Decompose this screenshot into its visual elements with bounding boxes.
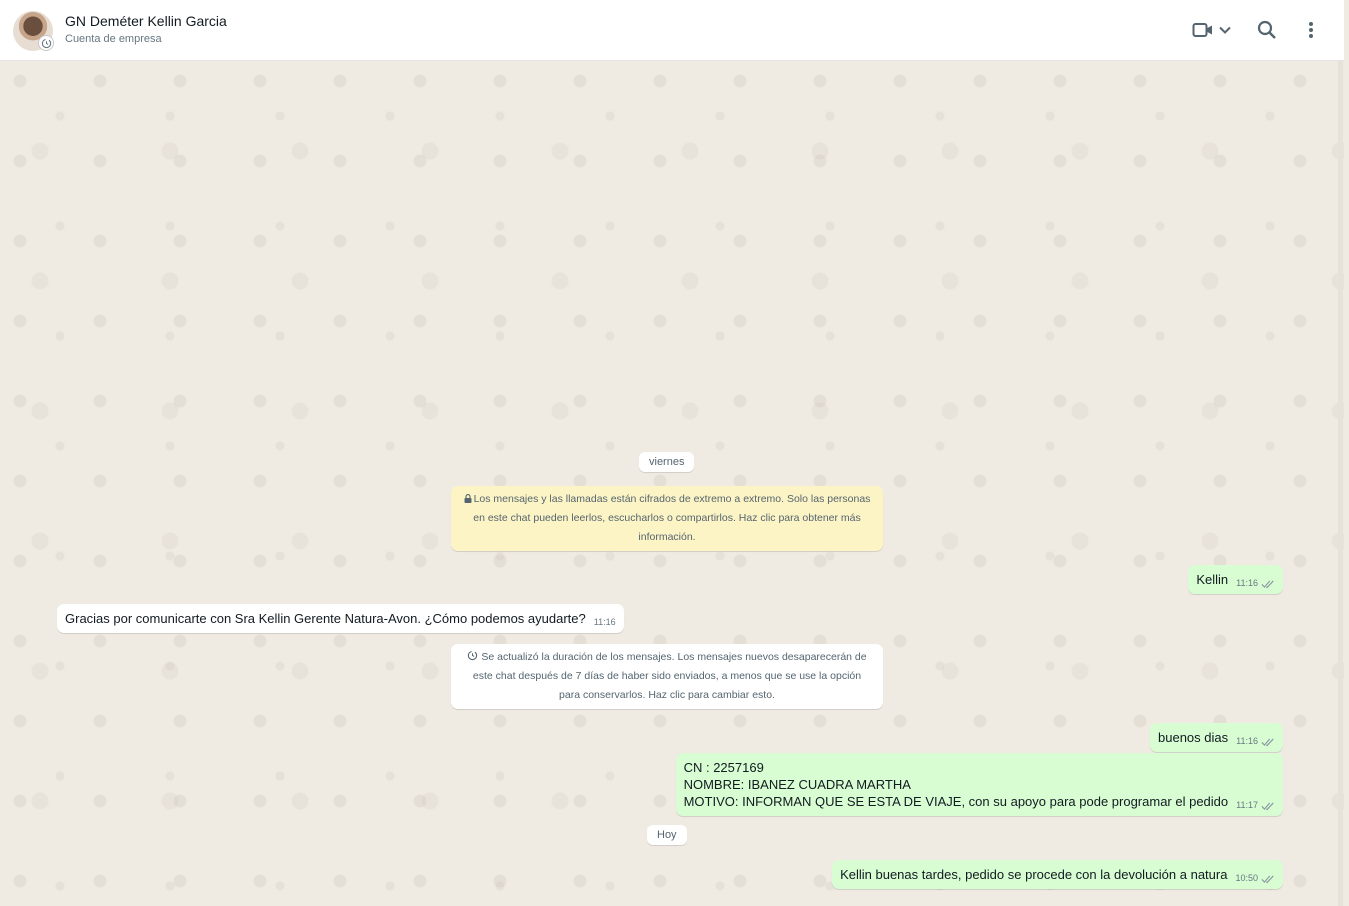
message-text: Kellin	[1196, 572, 1229, 587]
disappearing-notice-text: Se actualizó la duración de los mensajes…	[472, 651, 867, 701]
message-meta: 11:16	[1236, 733, 1275, 750]
double-check-icon	[1261, 802, 1274, 810]
message-text: Gracias por comunicarte con Sra Kellin G…	[65, 611, 586, 626]
message-meta: 11:16	[594, 614, 616, 631]
message-outgoing-kellin[interactable]: Kellin 11:16	[1188, 565, 1283, 594]
message-time: 11:16	[593, 617, 616, 627]
double-check-icon	[1261, 875, 1274, 883]
message-outgoing-buenos-dias[interactable]: buenos dias 11:16	[1150, 723, 1283, 752]
message-time: 11:17	[1236, 800, 1258, 810]
lock-icon	[464, 494, 472, 503]
message-incoming-greeting[interactable]: Gracias por comunicarte con Sra Kellin G…	[57, 604, 624, 633]
video-call-icon[interactable]	[1191, 18, 1215, 42]
contact-subtitle: Cuenta de empresa	[65, 33, 162, 45]
avatar[interactable]	[13, 11, 54, 51]
disappearing-timer-icon	[38, 35, 54, 51]
encryption-notice[interactable]: Los mensajes y las llamadas están cifrad…	[451, 486, 883, 551]
chat-window: GN Deméter Kellin Garcia Cuenta de empre…	[0, 0, 1344, 906]
date-divider-viernes: viernes	[639, 452, 695, 472]
message-outgoing-cn-info[interactable]: CN : 2257169 NOMBRE: IBANEZ CUADRA MARTH…	[675, 753, 1283, 816]
message-outgoing-devolucion[interactable]: Kellin buenas tardes, pedido se procede …	[832, 860, 1283, 889]
message-meta: 11:16	[1236, 575, 1275, 592]
chat-header: GN Deméter Kellin Garcia Cuenta de empre…	[0, 0, 1344, 61]
message-time: 11:16	[1236, 736, 1258, 746]
message-line: NOMBRE: IBANEZ CUADRA MARTHA	[683, 777, 911, 792]
message-time: 11:16	[1236, 578, 1258, 588]
message-line: MOTIVO: INFORMAN QUE SE ESTA DE VIAJE, c…	[683, 794, 1229, 809]
contact-name[interactable]: GN Deméter Kellin Garcia	[65, 13, 227, 29]
message-text: buenos dias	[1158, 730, 1229, 745]
message-time: 10:50	[1235, 873, 1258, 883]
chevron-down-icon[interactable]	[1213, 18, 1237, 42]
double-check-icon	[1261, 738, 1274, 746]
message-meta: 11:17	[1236, 797, 1275, 814]
double-check-icon	[1261, 580, 1274, 588]
timer-icon	[468, 650, 478, 661]
message-meta: 10:50	[1235, 870, 1275, 887]
date-divider-hoy: Hoy	[647, 825, 687, 845]
chat-scrollbar[interactable]	[1338, 61, 1343, 906]
message-list[interactable]: viernes Los mensajes y las llamadas está…	[0, 61, 1344, 906]
message-line: CN : 2257169	[683, 760, 764, 775]
message-text: Kellin buenas tardes, pedido se procede …	[840, 867, 1228, 882]
disappearing-messages-notice[interactable]: Se actualizó la duración de los mensajes…	[451, 644, 883, 709]
menu-dots-icon[interactable]	[1299, 18, 1323, 42]
search-icon[interactable]	[1255, 18, 1279, 42]
encryption-notice-text: Los mensajes y las llamadas están cifrad…	[473, 493, 871, 543]
